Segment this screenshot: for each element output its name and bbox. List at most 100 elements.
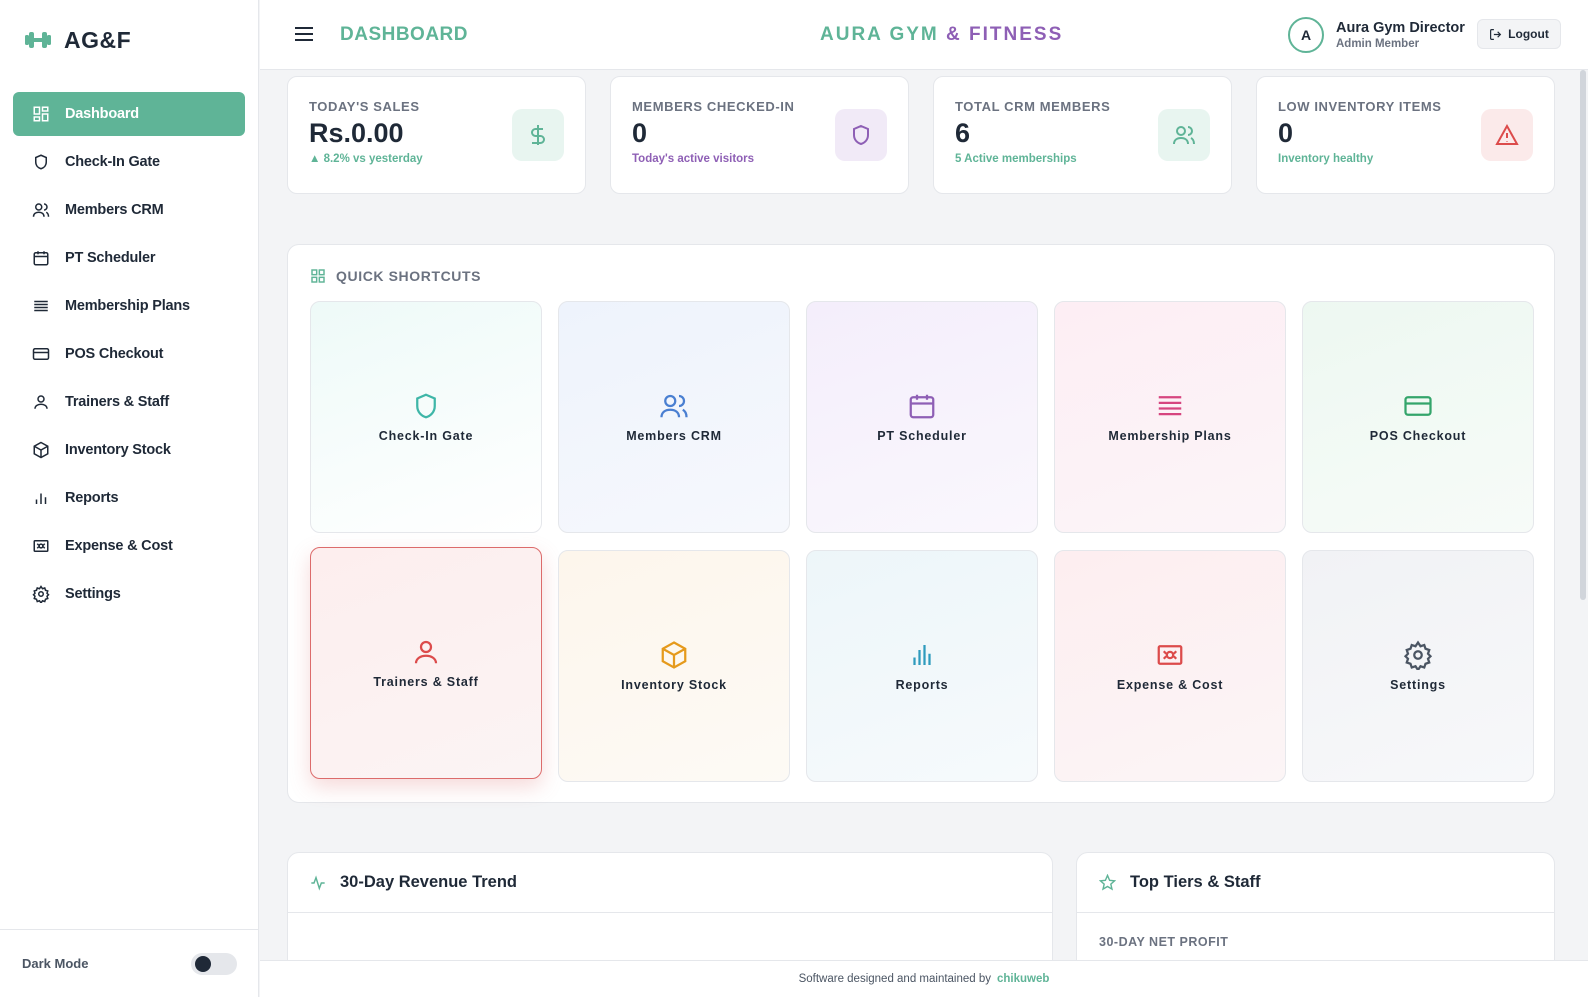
shortcut-label: Settings — [1390, 678, 1446, 692]
shortcut-trainers-staff[interactable]: Trainers & Staff — [310, 547, 542, 779]
logout-button[interactable]: Logout — [1477, 19, 1561, 49]
sidebar-item-label: Inventory Stock — [65, 442, 171, 458]
sidebar-item-label: Reports — [65, 490, 119, 506]
shortcut-membership-plans[interactable]: Membership Plans — [1054, 301, 1286, 533]
stat-card-members-checked-in: MEMBERS CHECKED-IN 0 Today's active visi… — [610, 76, 909, 194]
sidebar-item-label: Settings — [65, 586, 121, 602]
sidebar-item-label: Members CRM — [65, 202, 164, 218]
quick-shortcuts-panel: QUICK SHORTCUTS Check-In Gate Members CR… — [287, 244, 1555, 803]
calendar-icon — [33, 251, 49, 266]
sidebar-item-pt-scheduler[interactable]: PT Scheduler — [13, 236, 245, 280]
user-profile[interactable]: A Aura Gym Director Admin Member — [1288, 17, 1465, 53]
shortcut-expense-cost[interactable]: Expense & Cost — [1054, 550, 1286, 782]
panel-title: QUICK SHORTCUTS — [336, 268, 482, 284]
sidebar-nav: Dashboard Check-In Gate Members CRM PT S… — [13, 92, 245, 620]
page-title: DASHBOARD — [340, 24, 468, 45]
brand-logo[interactable]: AG&F — [24, 26, 131, 54]
sidebar-item-trainers-staff[interactable]: Trainers & Staff — [13, 380, 245, 424]
box-icon — [661, 641, 687, 669]
shortcut-label: Check-In Gate — [378, 429, 474, 443]
list-icon — [34, 300, 48, 312]
sidebar-item-label: Dashboard — [65, 106, 139, 122]
topbar: DASHBOARD AURA GYM & FITNESS A Aura Gym … — [260, 0, 1588, 70]
calendar-icon — [909, 394, 935, 419]
shortcut-pos-checkout[interactable]: POS Checkout — [1302, 301, 1534, 533]
sidebar-item-dashboard[interactable]: Dashboard — [13, 92, 245, 136]
sidebar-item-membership-plans[interactable]: Membership Plans — [13, 284, 245, 328]
logout-label: Logout — [1508, 27, 1549, 41]
list-icon — [1158, 396, 1182, 416]
panel-header: QUICK SHORTCUTS — [310, 268, 481, 284]
app-title-part-2: FITNESS — [969, 24, 1064, 45]
app-title-amp: & — [946, 24, 962, 45]
sidebar-item-settings[interactable]: Settings — [13, 572, 245, 616]
shortcut-label: PT Scheduler — [877, 429, 967, 443]
gear-icon — [1403, 640, 1433, 670]
card-header: Top Tiers & Staff — [1077, 853, 1554, 913]
shield-icon — [835, 109, 887, 161]
card-title: Top Tiers & Staff — [1130, 873, 1261, 891]
shortcut-reports[interactable]: Reports — [806, 550, 1038, 782]
footer-text: Software designed and maintained by — [798, 973, 992, 985]
logout-icon — [1490, 28, 1502, 40]
sidebar-item-label: Expense & Cost — [65, 538, 173, 554]
dark-mode-toggle[interactable] — [191, 952, 237, 975]
shortcut-label: Inventory Stock — [621, 678, 727, 692]
sidebar-item-inventory-stock[interactable]: Inventory Stock — [13, 428, 245, 472]
user-icon — [414, 640, 438, 664]
shortcut-label: Membership Plans — [1108, 429, 1232, 443]
banknote-icon — [1157, 645, 1183, 665]
users-icon — [1158, 109, 1210, 161]
sidebar-item-pos-checkout[interactable]: POS Checkout — [13, 332, 245, 376]
user-role: Admin Member — [1336, 38, 1420, 50]
toggle-knob — [195, 955, 211, 972]
menu-icon[interactable] — [294, 25, 314, 48]
sidebar-item-check-in-gate[interactable]: Check-In Gate — [13, 140, 245, 184]
brand-name: AG&F — [64, 26, 132, 53]
shortcut-pt-scheduler[interactable]: PT Scheduler — [806, 301, 1038, 533]
banknote-icon — [33, 540, 49, 552]
stat-card-todays-sales: TODAY'S SALES Rs.0.00 ▲ 8.2% vs yesterda… — [287, 76, 586, 194]
dumbbell-icon — [24, 26, 52, 54]
shortcut-inventory-stock[interactable]: Inventory Stock — [558, 550, 790, 782]
shield-icon — [416, 393, 436, 419]
shortcut-label: Trainers & Staff — [373, 675, 479, 689]
box-icon — [33, 441, 49, 459]
shortcut-label: Reports — [895, 678, 949, 692]
sidebar-item-label: Check-In Gate — [65, 154, 160, 170]
avatar: A — [1288, 17, 1324, 53]
grid-icon — [311, 269, 325, 283]
app-title-part-1: AURA GYM — [820, 24, 939, 45]
users-icon — [660, 394, 688, 418]
page-footer: Software designed and maintained by chik… — [260, 960, 1588, 997]
bar-chart-icon — [913, 645, 931, 665]
sidebar-footer: Dark Mode — [0, 929, 259, 997]
sidebar-item-label: PT Scheduler — [65, 250, 156, 266]
scrollbar[interactable] — [1580, 70, 1586, 600]
shortcut-members-crm[interactable]: Members CRM — [558, 301, 790, 533]
user-name: Aura Gym Director — [1336, 20, 1465, 36]
shortcut-settings[interactable]: Settings — [1302, 550, 1534, 782]
credit-card-icon — [1404, 396, 1432, 416]
sidebar-item-label: Membership Plans — [65, 298, 190, 314]
sidebar-item-expense-cost[interactable]: Expense & Cost — [13, 524, 245, 568]
gear-icon — [32, 585, 50, 603]
grid-icon — [33, 106, 49, 122]
footer-vendor-link[interactable]: chikuweb — [997, 973, 1049, 985]
stat-card-total-crm-members: TOTAL CRM MEMBERS 6 5 Active memberships — [933, 76, 1232, 194]
activity-icon — [311, 874, 325, 891]
star-icon — [1099, 874, 1116, 891]
shortcut-check-in-gate[interactable]: Check-In Gate — [310, 301, 542, 533]
alert-triangle-icon — [1481, 109, 1533, 161]
sidebar: AG&F Dashboard Check-In Gate Members CRM… — [0, 0, 259, 997]
sidebar-item-reports[interactable]: Reports — [13, 476, 245, 520]
sidebar-item-members-crm[interactable]: Members CRM — [13, 188, 245, 232]
card-title: 30-Day Revenue Trend — [340, 873, 517, 891]
bar-chart-icon — [35, 493, 47, 504]
dollar-icon — [512, 109, 564, 161]
users-icon — [32, 203, 50, 217]
shortcut-label: Members CRM — [626, 429, 722, 443]
user-icon — [34, 395, 48, 409]
stat-card-low-inventory: LOW INVENTORY ITEMS 0 Inventory healthy — [1256, 76, 1555, 194]
credit-card-icon — [32, 348, 50, 360]
